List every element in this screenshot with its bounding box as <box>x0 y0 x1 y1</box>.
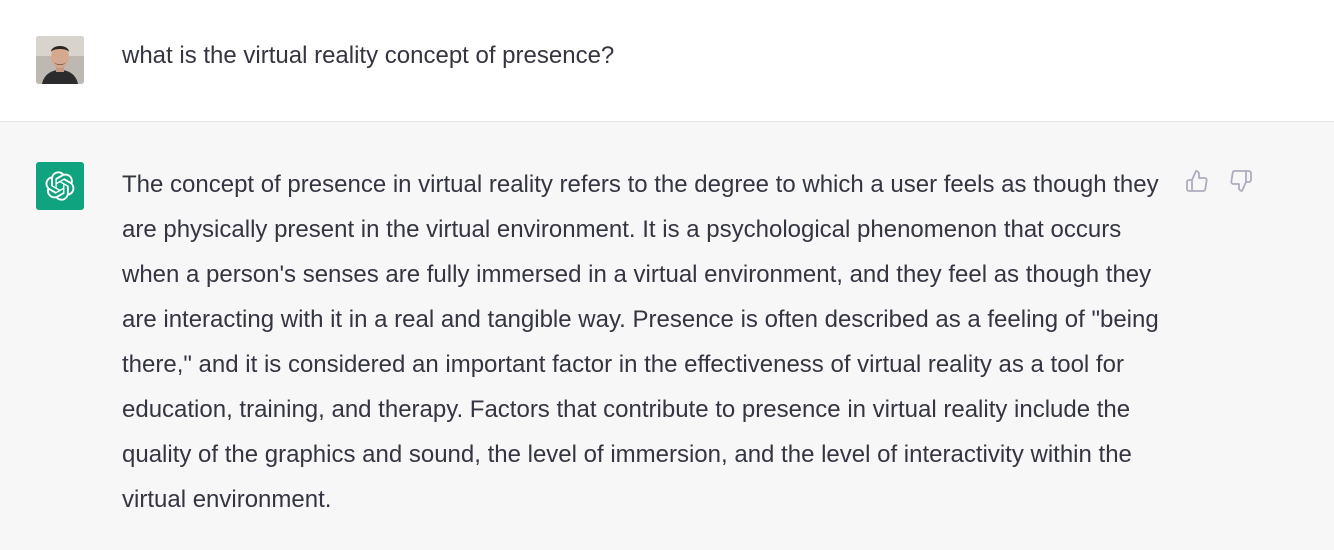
user-photo-icon <box>36 36 84 84</box>
openai-logo-icon <box>36 162 84 210</box>
thumbs-down-button[interactable] <box>1228 168 1254 194</box>
assistant-message-row: The concept of presence in virtual reali… <box>0 122 1334 550</box>
user-message-text: what is the virtual reality concept of p… <box>122 42 615 69</box>
assistant-message-text: The concept of presence in virtual reali… <box>122 171 1159 513</box>
thumbs-up-button[interactable] <box>1184 168 1210 194</box>
thumbs-down-icon <box>1230 170 1252 192</box>
user-message-row: what is the virtual reality concept of p… <box>0 0 1334 122</box>
feedback-buttons <box>1184 168 1254 194</box>
thumbs-up-icon <box>1186 170 1208 192</box>
user-avatar <box>36 36 84 84</box>
